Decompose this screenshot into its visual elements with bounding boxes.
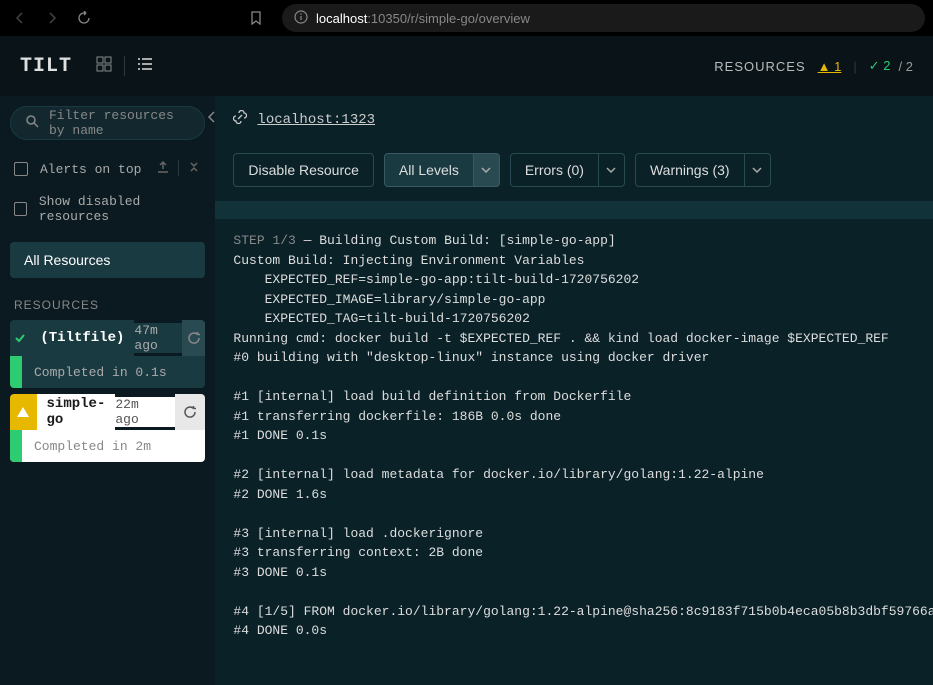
collapse-all-icon[interactable] [187, 160, 201, 178]
checkbox-icon[interactable] [14, 162, 28, 176]
site-info-icon [294, 10, 308, 27]
logo[interactable]: TILT [20, 55, 72, 78]
log-output[interactable]: STEP 1/3 — Building Custom Build: [simpl… [215, 219, 933, 685]
levels-filter[interactable]: All Levels [384, 153, 500, 187]
divider: | [853, 59, 856, 74]
grid-view-icon[interactable] [96, 56, 112, 77]
filter-input[interactable]: Filter resources by name [10, 106, 205, 140]
disable-resource-button[interactable]: Disable Resource [233, 153, 374, 187]
filter-placeholder: Filter resources by name [49, 108, 190, 138]
resource-name: (Tiltfile) [30, 320, 134, 356]
all-resources-button[interactable]: All Resources [10, 242, 205, 278]
resources-section-header: RESOURCES [10, 288, 205, 320]
status-bar [10, 356, 22, 388]
collapse-sidebar-icon[interactable] [207, 110, 217, 128]
resource-item-simple-go[interactable]: simple-go 22m ago Completed in 2m [10, 394, 205, 462]
app-header: TILT RESOURCES ▲ 1 | ✓ 2 / 2 [0, 36, 933, 96]
resource-time: 47m ago [134, 323, 182, 353]
levels-button[interactable]: All Levels [384, 153, 474, 187]
resource-time: 22m ago [115, 397, 175, 427]
reload-button[interactable] [72, 6, 96, 30]
url-host: localhost [316, 11, 367, 26]
ok-badge[interactable]: ✓ 2 [869, 58, 891, 74]
url-bar[interactable]: localhost:10350/r/simple-go/overview [282, 4, 925, 32]
chevron-down-icon[interactable] [474, 153, 500, 187]
status-bar [10, 430, 22, 462]
list-view-icon[interactable] [137, 56, 153, 77]
alerts-on-top-option[interactable]: Alerts on top [10, 152, 205, 186]
errors-filter[interactable]: Errors (0) [510, 153, 625, 187]
expand-all-icon[interactable] [156, 160, 170, 178]
sidebar: Filter resources by name Alerts on top S… [0, 96, 215, 685]
divider [124, 56, 125, 76]
warnings-filter[interactable]: Warnings (3) [635, 153, 771, 187]
warning-icon [10, 394, 37, 430]
checkbox-icon[interactable] [14, 202, 27, 216]
forward-button[interactable] [40, 6, 64, 30]
resource-detail: Completed in 0.1s [22, 365, 167, 380]
resource-item-tiltfile[interactable]: (Tiltfile) 47m ago Completed in 0.1s [10, 320, 205, 388]
chevron-down-icon[interactable] [745, 153, 771, 187]
show-disabled-option[interactable]: Show disabled resources [10, 186, 205, 232]
endpoint-link[interactable]: localhost:1323 [257, 112, 375, 128]
search-icon [25, 114, 39, 132]
refresh-icon[interactable] [175, 394, 205, 430]
back-button[interactable] [8, 6, 32, 30]
log-separator [215, 201, 933, 219]
link-icon [233, 110, 247, 129]
errors-button[interactable]: Errors (0) [510, 153, 599, 187]
check-icon [10, 320, 30, 356]
bookmark-icon[interactable] [244, 6, 268, 30]
content-panel: localhost:1323 Disable Resource All Leve… [215, 96, 933, 685]
ok-total: / 2 [899, 59, 913, 74]
resources-label: RESOURCES [714, 59, 805, 74]
toolbar: Disable Resource All Levels Errors (0) W… [215, 143, 933, 201]
url-path: :10350/r/simple-go/overview [367, 11, 530, 26]
warnings-button[interactable]: Warnings (3) [635, 153, 745, 187]
browser-bar: localhost:10350/r/simple-go/overview [0, 0, 933, 36]
warning-badge[interactable]: ▲ 1 [818, 59, 842, 74]
chevron-down-icon[interactable] [599, 153, 625, 187]
divider [178, 160, 179, 176]
resource-name: simple-go [37, 394, 116, 430]
refresh-icon[interactable] [182, 320, 205, 356]
resource-detail: Completed in 2m [22, 439, 151, 454]
